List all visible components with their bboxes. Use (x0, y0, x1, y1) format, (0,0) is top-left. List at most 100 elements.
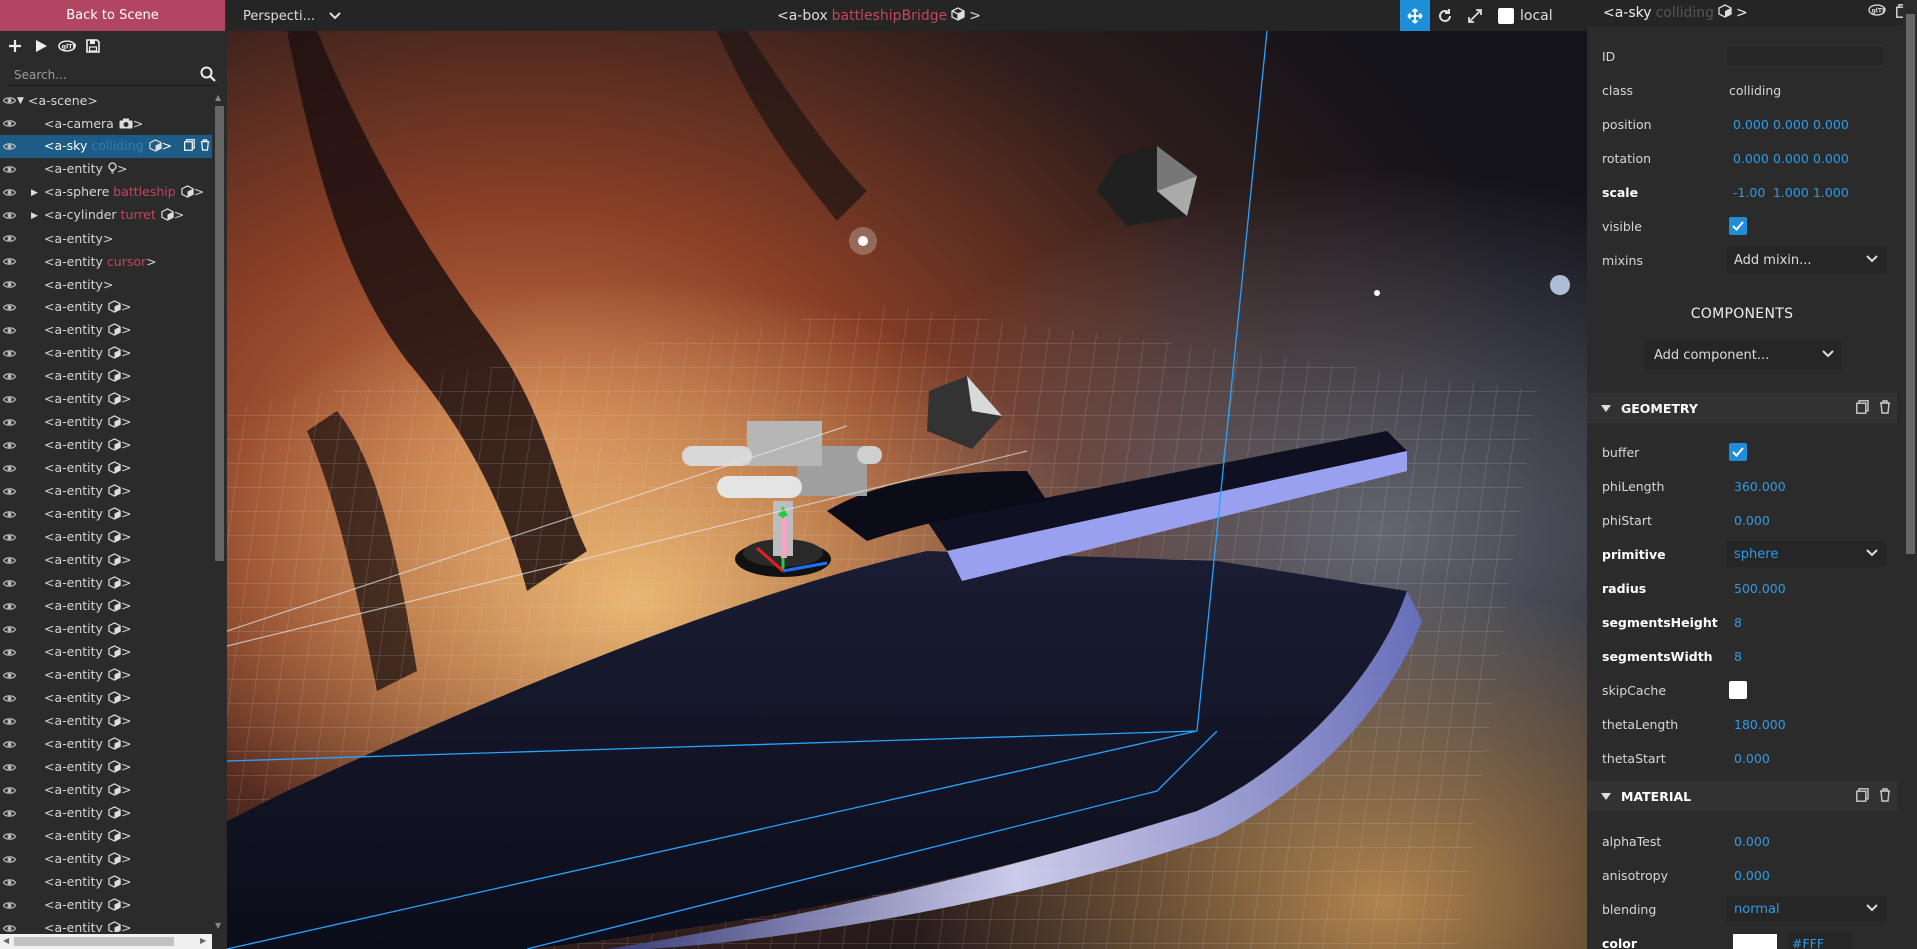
inspector-scrollbar[interactable] (1903, 0, 1917, 949)
eye-icon[interactable] (2, 853, 16, 867)
save-icon[interactable] (84, 37, 102, 55)
tree-row[interactable]: <a-entity> (0, 825, 212, 848)
eye-icon[interactable] (2, 738, 16, 752)
eye-icon[interactable] (2, 186, 16, 200)
eye-icon[interactable] (2, 117, 16, 131)
tree-row[interactable]: <a-entity> (0, 664, 212, 687)
eye-icon[interactable] (2, 646, 16, 660)
class-input[interactable]: colliding (1729, 83, 1781, 98)
eye-icon[interactable] (2, 692, 16, 706)
position-x[interactable]: 0.000 (1733, 117, 1769, 132)
eye-icon[interactable] (2, 301, 16, 315)
visible-checkbox[interactable] (1729, 217, 1747, 235)
play-icon[interactable] (32, 37, 50, 55)
tree-row[interactable]: <a-entity> (0, 434, 212, 457)
search-input[interactable] (8, 64, 193, 86)
eye-icon[interactable] (2, 347, 16, 361)
tree-row[interactable]: <a-entity> (0, 411, 212, 434)
tree-row[interactable]: <a-entity> (0, 158, 212, 181)
scroll-left-icon[interactable]: ◀ (3, 936, 9, 945)
eye-icon[interactable] (2, 462, 16, 476)
tree-row[interactable]: <a-entity> (0, 503, 212, 526)
tree-horizontal-scrollbar[interactable]: ◀ ▶ (0, 934, 212, 949)
eye-icon[interactable] (2, 324, 16, 338)
tree-row[interactable]: <a-entity> (0, 894, 212, 917)
scroll-right-icon[interactable]: ▶ (200, 936, 206, 945)
tree-row[interactable]: <a-entity> (0, 687, 212, 710)
phiStart-input[interactable]: 0.000 (1734, 513, 1770, 528)
eye-icon[interactable] (2, 485, 16, 499)
eye-icon[interactable] (2, 784, 16, 798)
radius-input[interactable]: 500.000 (1734, 581, 1786, 596)
rotation-y[interactable]: 0.000 (1773, 151, 1809, 166)
eye-icon[interactable] (2, 577, 16, 591)
trash-icon[interactable] (1879, 400, 1891, 417)
color-hex-input[interactable]: #FFF (1788, 932, 1852, 949)
tree-row[interactable]: <a-entity> (0, 733, 212, 756)
copy-icon[interactable] (1856, 788, 1869, 805)
eye-icon[interactable] (2, 508, 16, 522)
scale-z[interactable]: 1.000 (1813, 185, 1849, 200)
add-component-select[interactable]: Add component... (1645, 340, 1842, 370)
local-checkbox[interactable] (1498, 7, 1514, 24)
eye-icon[interactable] (2, 393, 16, 407)
eye-icon[interactable] (2, 922, 16, 933)
primitive-select[interactable]: sphere (1726, 541, 1886, 567)
scene-render[interactable] (227, 31, 1587, 949)
eye-icon[interactable] (2, 600, 16, 614)
anisotropy-input[interactable]: 0.000 (1734, 868, 1770, 883)
id-input[interactable] (1726, 45, 1885, 67)
tree-row[interactable]: <a-entity> (0, 296, 212, 319)
copy-icon[interactable] (1856, 400, 1869, 417)
phiLength-input[interactable]: 360.000 (1734, 479, 1786, 494)
eye-icon[interactable] (2, 807, 16, 821)
back-to-scene-button[interactable]: Back to Scene (0, 0, 225, 31)
eye-icon[interactable] (2, 669, 16, 683)
eye-icon[interactable] (2, 623, 16, 637)
tree-row[interactable]: <a-entity> (0, 526, 212, 549)
eye-icon[interactable] (2, 554, 16, 568)
trash-icon[interactable] (1879, 788, 1891, 805)
eye-icon[interactable] (2, 439, 16, 453)
skipCache-checkbox[interactable] (1729, 681, 1747, 699)
tree-row[interactable]: <a-entity> (0, 457, 212, 480)
position-z[interactable]: 0.000 (1813, 117, 1849, 132)
tree-row[interactable]: ▶ <a-cylinder turret > (0, 204, 212, 227)
tree-row[interactable]: <a-entity> (0, 779, 212, 802)
tree-scrollbar[interactable]: ▲ ▼ (212, 91, 226, 934)
eye-icon[interactable] (2, 876, 16, 890)
eye-icon[interactable] (2, 255, 16, 269)
tree-row[interactable]: ▼ <a-scene> (0, 89, 212, 112)
tree-row[interactable]: <a-entity> (0, 227, 212, 250)
eye-icon[interactable] (2, 163, 16, 177)
eye-icon[interactable] (2, 715, 16, 729)
tree-row[interactable]: <a-entity> (0, 365, 212, 388)
tree-row[interactable]: <a-entity> (0, 273, 212, 296)
camera-select[interactable]: Perspecti... (243, 5, 341, 27)
eye-icon[interactable] (2, 140, 16, 154)
tree-row[interactable]: <a-entity> (0, 641, 212, 664)
alphaTest-input[interactable]: 0.000 (1734, 834, 1770, 849)
rotation-x[interactable]: 0.000 (1733, 151, 1769, 166)
scale-x[interactable]: -1.00 (1733, 185, 1765, 200)
collapsed-caret-icon[interactable]: ▶ (31, 211, 41, 221)
eye-icon[interactable] (2, 761, 16, 775)
tree-row[interactable]: <a-entity> (0, 595, 212, 618)
trash-icon[interactable] (200, 139, 210, 154)
clone-icon[interactable] (184, 139, 195, 154)
tree-row[interactable]: <a-entity> (0, 618, 212, 641)
mixins-select[interactable]: Add mixin... (1726, 247, 1886, 273)
tree-row[interactable]: <a-entity cursor> (0, 250, 212, 273)
thetaStart-input[interactable]: 0.000 (1734, 751, 1770, 766)
gltf-icon[interactable]: glTF (58, 37, 76, 55)
scroll-down-icon[interactable]: ▼ (215, 921, 221, 930)
translate-tool-button[interactable] (1400, 0, 1430, 31)
scale-y[interactable]: 1.000 (1773, 185, 1809, 200)
rotate-tool-button[interactable] (1430, 0, 1460, 31)
scroll-up-icon[interactable]: ▲ (215, 93, 221, 102)
geometry-section-header[interactable]: GEOMETRY (1587, 393, 1897, 423)
gltf-export-icon[interactable]: glTF (1868, 4, 1886, 22)
tree-row[interactable]: <a-entity> (0, 756, 212, 779)
eye-icon[interactable] (2, 370, 16, 384)
color-swatch[interactable] (1733, 934, 1777, 949)
